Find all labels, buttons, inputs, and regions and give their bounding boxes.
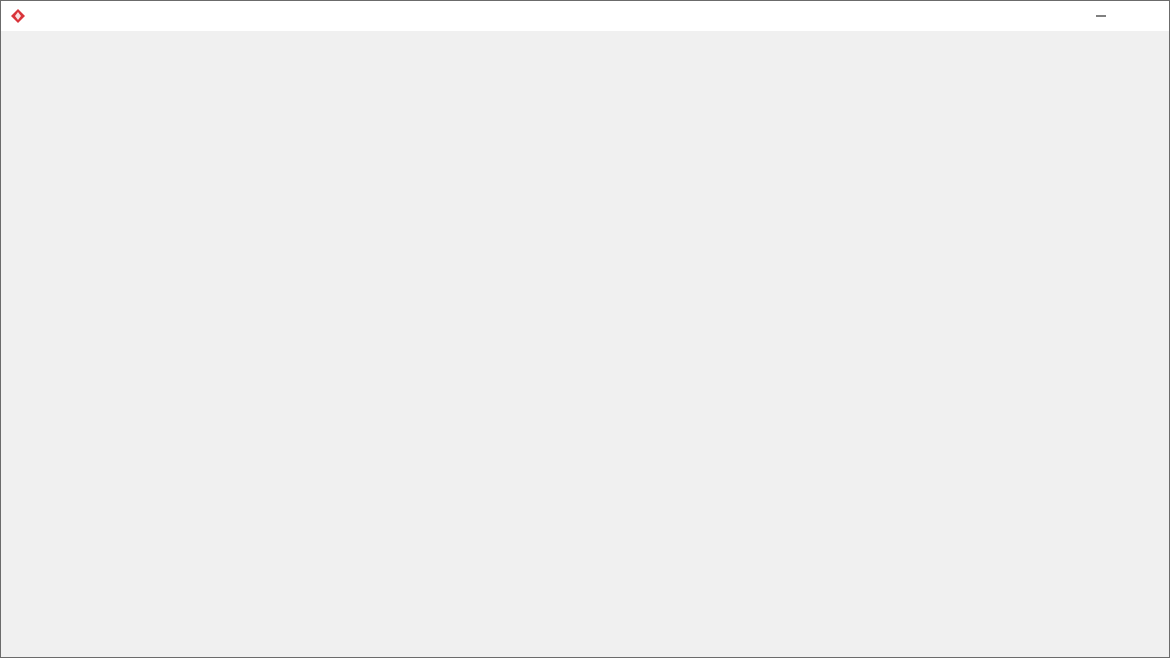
visual-paradigm-logo-icon — [11, 9, 25, 23]
minimize-hit — [1078, 1, 1124, 31]
app-window — [0, 0, 1170, 658]
title-bar — [1, 1, 1169, 31]
